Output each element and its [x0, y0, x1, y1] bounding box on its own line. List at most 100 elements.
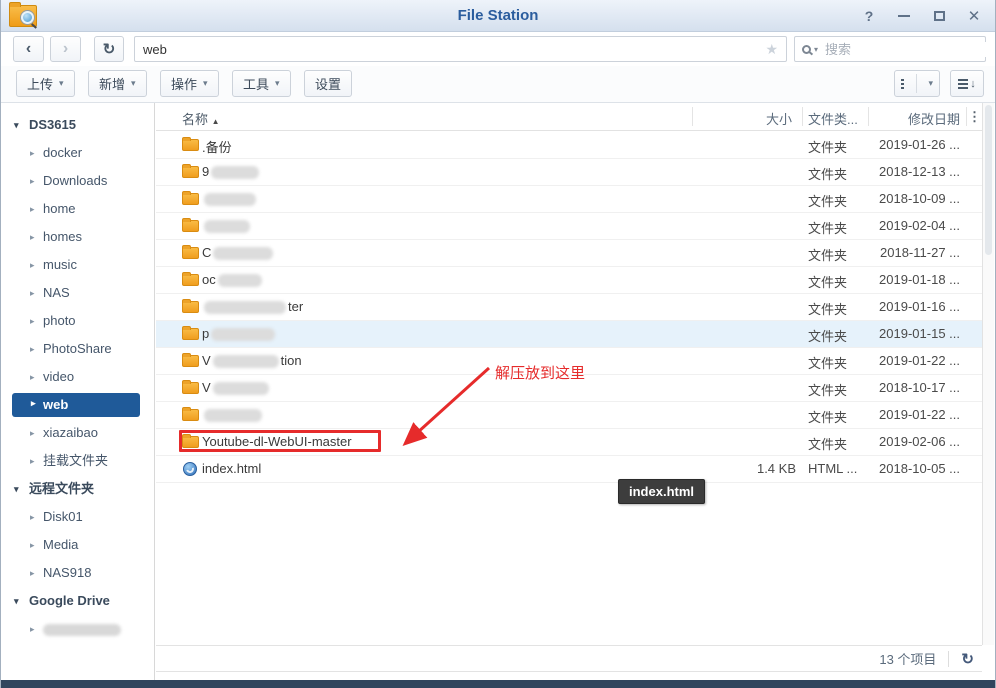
status-bar: 13 个项目 ↻: [156, 645, 982, 672]
column-header-name[interactable]: 名称 ▲: [182, 109, 220, 128]
sidebar-item-downloads[interactable]: ▸ Downloads: [1, 167, 154, 195]
chevron-right-icon[interactable]: ▸: [30, 559, 35, 587]
sidebar-item-xiazaibao[interactable]: ▸ xiazaibao: [1, 419, 154, 447]
chevron-right-icon[interactable]: ▸: [30, 223, 35, 251]
sidebar-item-mounted-folder[interactable]: ▸ 挂载文件夹: [1, 447, 154, 475]
sidebar-item-media[interactable]: ▸Media: [1, 531, 154, 559]
redacted-name: [204, 409, 262, 422]
chevron-down-icon[interactable]: ▾: [14, 111, 19, 139]
sidebar-item-disk01[interactable]: ▸Disk01: [1, 503, 154, 531]
chevron-right-icon[interactable]: ▸: [30, 335, 35, 363]
forward-button[interactable]: ›: [50, 36, 81, 62]
file-date: 2018-10-09 ...: [856, 191, 960, 206]
maximize-icon[interactable]: [932, 9, 946, 23]
file-row[interactable]: .备份 文件夹 2019-01-26 ...: [156, 132, 982, 159]
redacted-label: [43, 624, 121, 636]
sort-button[interactable]: ↓: [950, 70, 984, 97]
chevron-right-icon[interactable]: ▸: [30, 447, 35, 475]
chevron-right-icon[interactable]: ▸: [30, 419, 35, 447]
file-type: 文件夹: [808, 191, 847, 210]
sidebar-label: 挂载文件夹: [43, 453, 108, 468]
search-input[interactable]: [821, 42, 996, 57]
settings-button[interactable]: 设置: [304, 70, 352, 97]
file-date: 2018-11-27 ...: [856, 245, 960, 260]
file-date: 2019-01-22 ...: [856, 407, 960, 422]
help-icon[interactable]: ?: [862, 9, 876, 23]
sort-asc-icon: ▲: [212, 117, 220, 126]
sidebar-label: Downloads: [43, 173, 107, 188]
create-button[interactable]: 新增 ▾: [88, 70, 147, 97]
sidebar-item-docker[interactable]: ▸docker: [1, 139, 154, 167]
sidebar-item-photoshare[interactable]: ▸PhotoShare: [1, 335, 154, 363]
column-header-date[interactable]: 修改日期: [856, 109, 960, 128]
folder-icon: [182, 247, 199, 259]
chevron-right-icon[interactable]: ▸: [30, 279, 35, 307]
file-row[interactable]: 文件夹 2018-10-09 ...: [156, 186, 982, 213]
chevron-right-icon[interactable]: ▸: [30, 195, 35, 223]
close-icon[interactable]: ✕: [967, 9, 981, 23]
column-divider: [966, 107, 967, 126]
sidebar-item-nas918[interactable]: ▸NAS918: [1, 559, 154, 587]
chevron-right-icon[interactable]: ▸: [30, 503, 35, 531]
sidebar-item-ds3615[interactable]: ▾DS3615: [1, 111, 154, 139]
search-filter-caret-icon[interactable]: ▾: [814, 45, 818, 54]
search-icon: [802, 45, 811, 54]
file-row[interactable]: C 文件夹 2018-11-27 ...: [156, 240, 982, 267]
sidebar-item-web-selected[interactable]: ▸web: [12, 393, 140, 417]
caret-down-icon: ▾: [131, 78, 136, 89]
file-type: 文件夹: [808, 218, 847, 237]
chevron-right-icon[interactable]: ▸: [30, 363, 35, 391]
path-input[interactable]: [135, 42, 765, 57]
file-row-hovered[interactable]: p 文件夹 2019-01-15 ...: [156, 321, 982, 348]
scrollbar-thumb[interactable]: [985, 105, 992, 255]
folder-icon: [182, 193, 199, 205]
file-row[interactable]: 9 文件夹 2018-12-13 ...: [156, 159, 982, 186]
chevron-right-icon[interactable]: ▸: [30, 139, 35, 167]
refresh-icon[interactable]: ↻: [961, 650, 974, 668]
chevron-right-icon[interactable]: ▸: [30, 531, 35, 559]
column-header-size[interactable]: 大小: [692, 109, 792, 128]
refresh-button[interactable]: ↻: [94, 36, 124, 62]
settings-label: 设置: [315, 74, 341, 93]
favorite-star-icon[interactable]: ★: [765, 41, 786, 58]
sidebar-label: homes: [43, 229, 82, 244]
file-type: 文件夹: [808, 353, 847, 372]
chevron-right-icon[interactable]: ▸: [30, 167, 35, 195]
titlebar: File Station ? ✕: [1, 0, 995, 32]
tools-button[interactable]: 工具 ▾: [232, 70, 291, 97]
chevron-right-icon[interactable]: ▸: [30, 307, 35, 335]
sidebar-item-redacted-account[interactable]: ▸: [1, 615, 154, 643]
sidebar-item-remote-folder[interactable]: ▾远程文件夹: [1, 475, 154, 503]
sidebar-item-homes[interactable]: ▸ homes: [1, 223, 154, 251]
sidebar-item-nas[interactable]: ▸NAS: [1, 279, 154, 307]
view-mode-button[interactable]: ▾: [894, 70, 940, 97]
column-menu-icon[interactable]: ⋮: [968, 109, 981, 125]
upload-button[interactable]: 上传 ▾: [16, 70, 75, 97]
file-type: 文件夹: [808, 299, 847, 318]
chevron-right-icon[interactable]: ▸: [31, 391, 36, 415]
file-name-suffix: tion: [281, 353, 302, 368]
redacted-name: [204, 193, 256, 206]
chevron-right-icon[interactable]: ▸: [30, 615, 35, 643]
vertical-scrollbar[interactable]: [982, 103, 994, 645]
sidebar-label: xiazaibao: [43, 425, 98, 440]
sidebar-item-google-drive[interactable]: ▾Google Drive: [1, 587, 154, 615]
file-type: 文件夹: [808, 245, 847, 264]
file-row[interactable]: oc 文件夹 2019-01-18 ...: [156, 267, 982, 294]
chevron-down-icon[interactable]: ▾: [14, 587, 19, 615]
sidebar-item-music[interactable]: ▸music: [1, 251, 154, 279]
column-divider: [692, 107, 693, 126]
back-button[interactable]: ‹: [13, 36, 44, 62]
sidebar-item-photo[interactable]: ▸photo: [1, 307, 154, 335]
sidebar-item-home[interactable]: ▸home: [1, 195, 154, 223]
action-button[interactable]: 操作 ▾: [160, 70, 219, 97]
file-row-index-html[interactable]: index.html 1.4 KB HTML ... 2018-10-05 ..…: [156, 456, 982, 483]
column-divider: [868, 107, 869, 126]
file-row[interactable]: 文件夹 2019-02-04 ...: [156, 213, 982, 240]
sidebar-item-video[interactable]: ▸video: [1, 363, 154, 391]
file-row[interactable]: 文件夹 2019-01-22 ...: [156, 402, 982, 429]
file-row[interactable]: ter 文件夹 2019-01-16 ...: [156, 294, 982, 321]
minimize-icon[interactable]: [897, 9, 911, 23]
chevron-down-icon[interactable]: ▾: [14, 475, 19, 503]
chevron-right-icon[interactable]: ▸: [30, 251, 35, 279]
